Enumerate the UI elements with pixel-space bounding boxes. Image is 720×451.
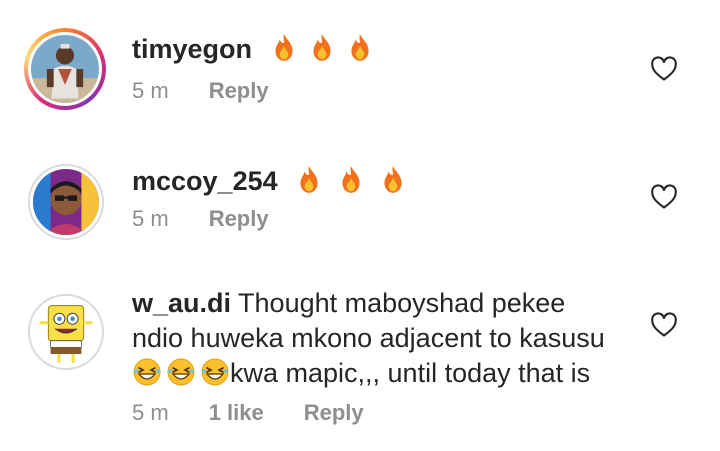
grinning-squinting-emoji <box>200 357 230 387</box>
comment-username[interactable]: w_au.di <box>132 288 231 318</box>
reply-button[interactable]: Reply <box>209 78 269 104</box>
profile-photo-icon <box>33 169 99 235</box>
comment-time: 5 m <box>132 78 169 103</box>
comment-body: timyegon <box>132 32 632 66</box>
fire-emoji <box>346 33 374 63</box>
grinning-squinting-emoji <box>166 357 196 387</box>
comment-text: ndio huweka mkono adjacent to kasusu <box>132 323 605 353</box>
emoji-group <box>295 165 407 195</box>
comment-meta: 5 m Reply <box>132 206 269 232</box>
fire-emoji <box>379 165 407 195</box>
avatar-photo <box>33 299 99 365</box>
comment-body: mccoy_254 <box>132 164 632 198</box>
profile-photo-icon <box>31 35 99 103</box>
heart-outline-icon[interactable] <box>650 184 678 210</box>
comment-text: Thought maboyshad pekee <box>238 288 566 318</box>
avatar-photo <box>31 35 99 103</box>
avatar[interactable] <box>24 28 106 110</box>
emoji-group <box>132 357 230 387</box>
avatar-ring-inner <box>28 32 102 106</box>
fire-emoji <box>270 33 298 63</box>
avatar[interactable] <box>28 164 104 240</box>
comment-meta: 5 m 1 like Reply <box>132 400 364 426</box>
comment-text: kwa mapic,,, until today that is <box>230 358 591 388</box>
comment-line: kwa mapic,,, until today that is <box>132 356 632 391</box>
spongebob-avatar-icon <box>33 299 99 365</box>
fire-emoji <box>295 165 323 195</box>
fire-emoji <box>308 33 336 63</box>
comment-time: 5 m <box>132 206 169 231</box>
comment-meta: 5 m Reply <box>132 78 269 104</box>
avatar-photo <box>33 169 99 235</box>
comment-body: w_au.di Thought maboyshad pekee ndio huw… <box>132 286 632 391</box>
comment-time: 5 m <box>132 400 169 425</box>
emoji-group <box>270 33 374 63</box>
grinning-squinting-emoji <box>132 357 162 387</box>
fire-emoji <box>337 165 365 195</box>
comment-username[interactable]: timyegon <box>132 34 252 64</box>
avatar[interactable] <box>28 294 104 370</box>
reply-button[interactable]: Reply <box>304 400 364 426</box>
reply-button[interactable]: Reply <box>209 206 269 232</box>
heart-outline-icon[interactable] <box>650 312 678 338</box>
comment-username[interactable]: mccoy_254 <box>132 166 278 196</box>
comment-line: w_au.di Thought maboyshad pekee <box>132 286 632 321</box>
heart-outline-icon[interactable] <box>650 56 678 82</box>
likes-count-button[interactable]: 1 like <box>209 400 264 426</box>
